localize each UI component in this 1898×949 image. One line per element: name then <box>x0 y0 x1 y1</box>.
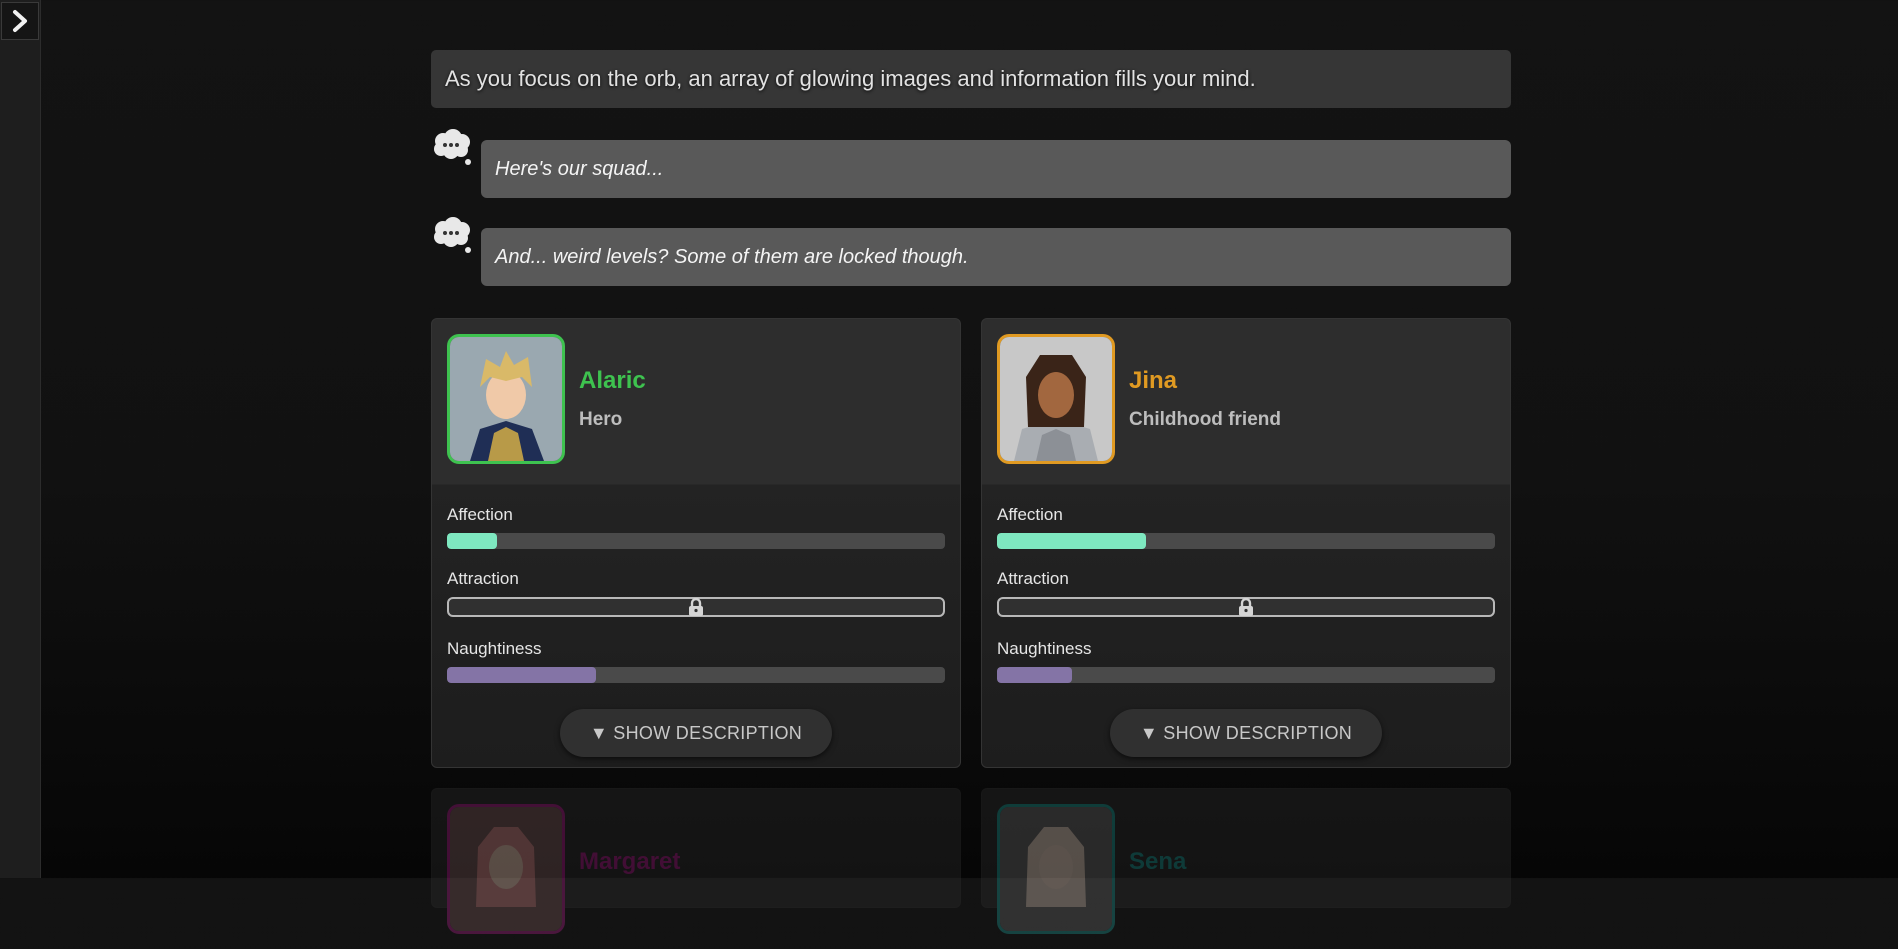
naughtiness-fill <box>447 667 597 683</box>
lock-icon <box>689 598 703 616</box>
thought-bubble-icon <box>434 217 471 253</box>
attraction-bar-locked <box>997 597 1495 617</box>
thought-bubble-icon <box>434 129 471 165</box>
affection-fill <box>447 533 497 549</box>
affection-bar <box>447 533 945 549</box>
lock-icon <box>1239 598 1253 616</box>
show-description-button[interactable]: ▼ SHOW DESCRIPTION <box>559 709 833 757</box>
stat-label: Affection <box>997 505 1063 524</box>
thought-text: And... weird levels? Some of them are lo… <box>495 245 969 268</box>
stat-list: Affection Attraction Naughtiness <box>447 505 945 683</box>
sidebar <box>0 0 41 878</box>
character-portrait <box>447 334 565 464</box>
character-role: Hero <box>579 409 623 430</box>
thought-message: Here's our squad... <box>431 129 1511 198</box>
affection-bar <box>997 533 1495 549</box>
character-portrait <box>997 804 1115 934</box>
thought-message: And... weird levels? Some of them are lo… <box>431 217 1511 286</box>
stat-label: Affection <box>447 505 513 524</box>
stat-label: Naughtiness <box>997 639 1092 658</box>
stat-label: Attraction <box>447 569 519 588</box>
chevron-right-icon <box>13 10 27 32</box>
narration-text: As you focus on the orb, an array of glo… <box>445 66 1256 91</box>
narration-box: As you focus on the orb, an array of glo… <box>431 50 1511 108</box>
stat-label: Naughtiness <box>447 639 542 658</box>
character-card-jina: Jina Childhood friend Affection Attracti… <box>981 318 1511 768</box>
affection-fill <box>997 533 1147 549</box>
stat-label: Attraction <box>997 569 1069 588</box>
stat-list: Affection Attraction Naughtiness <box>997 505 1495 683</box>
attraction-bar-locked <box>447 597 945 617</box>
main-content: As you focus on the orb, an array of glo… <box>431 50 1511 934</box>
character-name: Sena <box>1129 848 1187 875</box>
thought-text: Here's our squad... <box>495 157 664 180</box>
character-name: Margaret <box>579 848 681 875</box>
naughtiness-fill <box>997 667 1072 683</box>
naughtiness-bar <box>447 667 945 683</box>
character-portrait <box>447 804 565 934</box>
sidebar-toggle-button[interactable] <box>1 2 39 40</box>
thought-bubble: Here's our squad... <box>481 140 1511 198</box>
character-card-sena: Sena <box>981 788 1511 934</box>
thought-bubble: And... weird levels? Some of them are lo… <box>481 228 1511 286</box>
character-name: Alaric <box>579 367 646 394</box>
naughtiness-bar <box>997 667 1495 683</box>
show-description-button[interactable]: ▼ SHOW DESCRIPTION <box>1109 709 1383 757</box>
character-card-alaric: Alaric Hero Affection Attraction Naughti… <box>431 318 961 768</box>
character-name: Jina <box>1129 367 1178 394</box>
character-role: Childhood friend <box>1129 409 1281 430</box>
character-portrait <box>997 334 1115 464</box>
character-grid: Alaric Hero Affection Attraction Naughti… <box>431 318 1511 934</box>
character-card-margaret: Margaret <box>431 788 961 934</box>
